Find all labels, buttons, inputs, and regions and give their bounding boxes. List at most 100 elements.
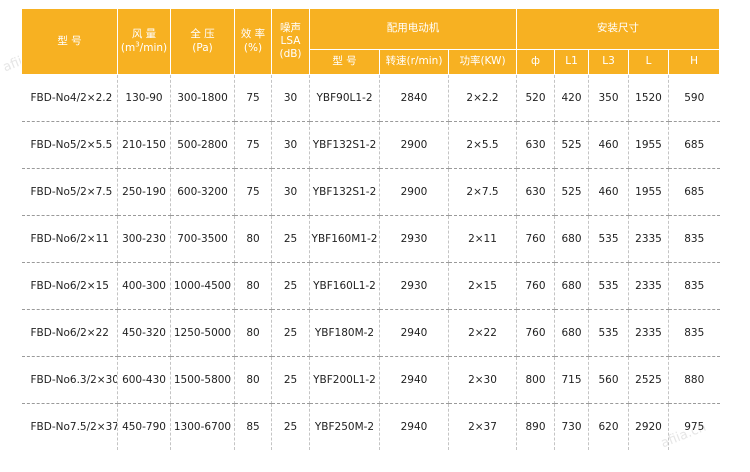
cell-model: FBD-No4/2×2.2 [21, 74, 118, 122]
cell-h: 590 [668, 74, 720, 122]
cell-l3: 350 [588, 74, 630, 122]
cell-efficiency: 75 [234, 121, 272, 169]
cell-speed: 2900 [379, 168, 449, 216]
cell-efficiency: 80 [234, 262, 272, 310]
table-row: FBD-No6/2×22 450-320 1250-5000 80 25 YBF180M-… [21, 309, 720, 357]
cell-h: 975 [684, 421, 705, 433]
cell-l: 1955 [628, 168, 670, 216]
cell-pressure: 1000-4500 [170, 262, 235, 310]
cell-motor-model: YBF160L1-2 [309, 262, 380, 310]
table-row: FBD-No4/2×2.2 130-90 300-1800 75 30 YBF90L1-2… [21, 74, 720, 122]
cell-pressure: 500-2800 [170, 121, 235, 169]
cell-efficiency: 80 [234, 356, 272, 404]
cell-pressure: 300-1800 [170, 74, 235, 122]
cell-l: 2920 [628, 403, 670, 450]
cell-motor-model: YBF90L1-2 [309, 74, 380, 122]
cell-power: 2×7.5 [448, 168, 518, 216]
cell-l1: 525 [554, 121, 590, 169]
airflow-unit-pre: (m [120, 41, 136, 54]
cell-l: 2335 [628, 215, 670, 263]
fan-spec-table: 型 号 风 量 (m3/min) 全 压 (Pa) 效 率 (%) 噪声 LSA… [21, 8, 721, 450]
cell-l3: 535 [588, 309, 630, 357]
cell-l1: 525 [554, 168, 590, 216]
cell-noise: 30 [271, 74, 310, 122]
header-pressure-unit: (Pa) [192, 41, 213, 54]
cell-pressure: 1250-5000 [170, 309, 235, 357]
header-noise-lsa: LSA [280, 34, 301, 47]
cell-airflow: 300-230 [117, 215, 171, 263]
table-row: FBD-No5/2×5.5 210-150 500-2800 75 30 YBF132S1… [21, 121, 720, 169]
table-row: FBD-No6/2×11 300-230 700-3500 80 25 YBF160M1-… [21, 215, 720, 263]
cell-efficiency: 75 [234, 74, 272, 122]
cell-model: FBD-No5/2×5.5 [21, 121, 118, 169]
cell-l3: 535 [588, 262, 630, 310]
cell-motor-model: YBF132S1-2 [309, 121, 380, 169]
header-model: 型 号 [21, 8, 118, 75]
cell-power: 2×2.2 [448, 74, 518, 122]
cell-noise: 30 [271, 121, 310, 169]
cell-l: 2525 [628, 356, 670, 404]
cell-efficiency: 75 [234, 168, 272, 216]
cell-power: 2×22 [448, 309, 518, 357]
cell-h: 835 [668, 309, 720, 357]
cell-airflow: 250-190 [117, 168, 171, 216]
table-row: FBD-No7.5/2×37 450-790 1300-6700 85 25 YBF250… [21, 403, 720, 450]
header-efficiency-unit: (%) [243, 41, 263, 54]
cell-model: FBD-No6/2×22 [21, 309, 118, 357]
cell-l: 2335 [628, 262, 670, 310]
header-dim-phi: ф [516, 49, 556, 75]
cell-h: 880 [668, 356, 720, 404]
cell-motor-model: YBF160M1-2 [309, 215, 380, 263]
cell-l1: 715 [554, 356, 590, 404]
header-dim-h: H [668, 49, 721, 75]
cell-phi: 630 [516, 121, 556, 169]
cell-airflow: 130-90 [117, 74, 171, 122]
header-dim-l: L [628, 49, 670, 75]
cell-airflow: 450-790 [117, 403, 171, 450]
cell-model: FBD-No6/2×15 [21, 262, 118, 310]
cell-speed: 2900 [379, 121, 449, 169]
cell-h: 835 [668, 262, 720, 310]
cell-phi: 890 [516, 403, 556, 450]
cell-h: 685 [668, 168, 720, 216]
spec-table-container: 型 号 风 量 (m3/min) 全 压 (Pa) 效 率 (%) 噪声 LSA… [21, 8, 721, 450]
cell-efficiency: 85 [234, 403, 272, 450]
cell-speed: 2930 [379, 215, 449, 263]
cell-h: 685 [668, 121, 720, 169]
cell-pressure: 700-3500 [170, 215, 235, 263]
header-airflow-unit: (m3/min) [120, 41, 167, 54]
cell-airflow: 450-320 [117, 309, 171, 357]
cell-noise: 25 [271, 215, 310, 263]
header-motor-model: 型 号 [309, 49, 380, 75]
header-airflow-label: 风 量 [131, 28, 157, 41]
cell-h: 835 [668, 215, 720, 263]
header-dim-l3: L3 [588, 49, 630, 75]
header-motor-speed: 转速(r/min) [379, 49, 449, 75]
cell-power: 2×5.5 [448, 121, 518, 169]
cell-l3: 460 [588, 168, 630, 216]
cell-speed: 2840 [379, 74, 449, 122]
cell-phi: 630 [516, 168, 556, 216]
cell-speed: 2940 [379, 309, 449, 357]
header-pressure: 全 压 (Pa) [170, 8, 235, 75]
cell-phi: 520 [516, 74, 556, 122]
table-header: 型 号 风 量 (m3/min) 全 压 (Pa) 效 率 (%) 噪声 LSA… [21, 8, 721, 75]
cell-speed: 2940 [379, 403, 449, 450]
cell-l3: 620 [588, 403, 630, 450]
header-motor-group: 配用电动机 [308, 8, 518, 50]
cell-phi: 760 [516, 215, 556, 263]
cell-noise: 25 [271, 356, 310, 404]
cell-motor-model: YBF200L1-2 [309, 356, 380, 404]
cell-l1: 730 [554, 403, 590, 450]
cell-speed: 2930 [379, 262, 449, 310]
cell-phi: 760 [516, 309, 556, 357]
cell-power: 2×15 [448, 262, 518, 310]
cell-phi: 800 [516, 356, 556, 404]
cell-efficiency: 80 [234, 309, 272, 357]
cell-pressure: 1500-5800 [170, 356, 235, 404]
cell-noise: 25 [271, 262, 310, 310]
cell-pressure: 600-3200 [170, 168, 235, 216]
cell-l1: 680 [554, 262, 590, 310]
table-row: FBD-No6/2×15 400-300 1000-4500 80 25 YBF160L1… [21, 262, 720, 310]
cell-l3: 560 [588, 356, 630, 404]
